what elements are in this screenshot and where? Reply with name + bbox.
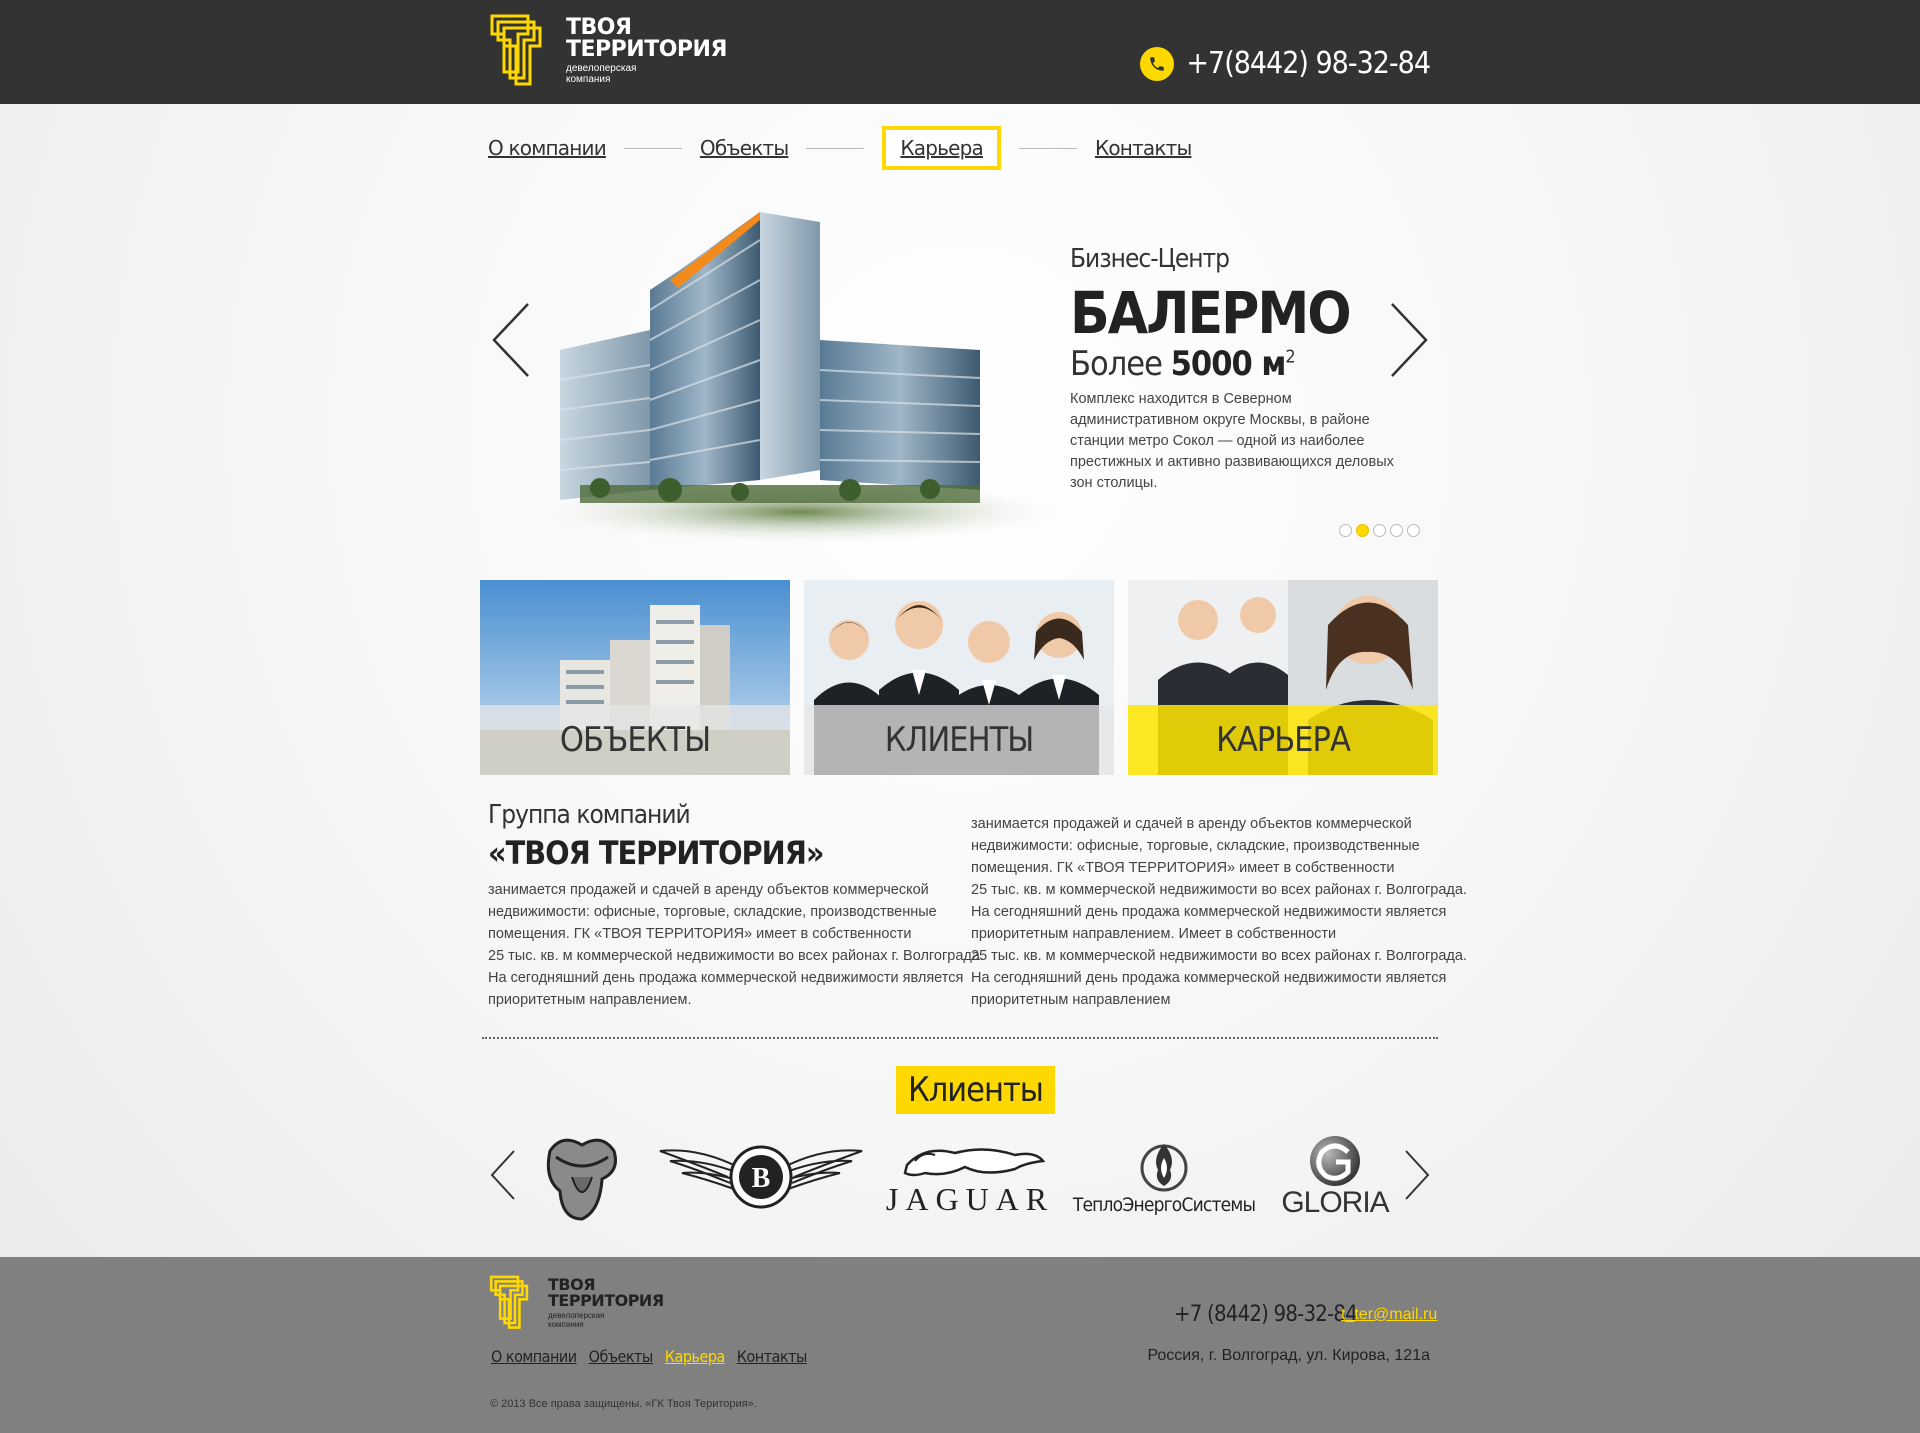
business-center-image: [520, 200, 1080, 545]
jaguar-logo[interactable]: JAGUAR: [886, 1129, 1050, 1225]
tile-clients[interactable]: КЛИЕНТЫ: [804, 580, 1114, 775]
footer-logo-tagline: девелоперская компания: [548, 1311, 605, 1329]
footer-nav-about[interactable]: О компании: [491, 1347, 577, 1366]
about-line: приоритетным направлением. Имеет в собст…: [971, 926, 1337, 942]
clients-next-arrow-icon[interactable]: [1402, 1147, 1432, 1203]
header-phone-number: +7(8442) 98-32-84: [1186, 46, 1431, 81]
about-line: помещения. ГК «ТВОЯ ТЕРРИТОРИЯ» имеет в …: [488, 926, 912, 942]
about-text-col1: занимается продажей и сдачей в аренду об…: [488, 879, 984, 1011]
section-tiles: ОБЪЕКТЫ КЛИЕНТЫ КАРЬЕРА: [480, 580, 1440, 775]
about-line: приоритетным направлением: [971, 992, 1171, 1008]
about-line: занимается продажей и сдачей в аренду об…: [488, 882, 929, 898]
logo-tagline: девелоперская компания: [566, 63, 637, 85]
jaguar-logo-text: JAGUAR: [885, 1180, 1055, 1217]
about-line: 25 тыс. кв. м коммерческой недвижимости …: [488, 948, 984, 964]
slide-description: Комплекс находится в Северном администра…: [1070, 391, 1394, 492]
nav-item-contacts[interactable]: Контакты: [1095, 136, 1192, 160]
about-line: 25 тыс. кв. м коммерческой недвижимости …: [971, 948, 1467, 964]
site-logo[interactable]: ТВОЯ ТЕРРИТОРИЯ девелоперская компания: [488, 12, 727, 90]
about-line: На сегодняшний день продажа коммерческой…: [488, 970, 964, 986]
clients-heading-label: Клиенты: [908, 1070, 1044, 1110]
logo-name-line1: ТВОЯ: [566, 15, 632, 40]
gloria-logo-text: GLORIA: [1281, 1186, 1389, 1219]
header-phone[interactable]: +7(8442) 98-32-84: [1140, 46, 1431, 81]
footer-email-link[interactable]: t_ter@mail.ru: [1341, 1306, 1437, 1324]
about-line: 25 тыс. кв. м коммерческой недвижимости …: [971, 882, 1467, 898]
nav-item-objects[interactable]: Объекты: [700, 136, 789, 160]
slide-area-value: 5000 м: [1170, 343, 1287, 384]
footer-phone[interactable]: +7 (8442) 98-32-84: [1174, 1302, 1358, 1327]
tile-clients-label: КЛИЕНТЫ: [884, 720, 1035, 760]
about-line: приоритетным направлением.: [488, 992, 692, 1008]
tile-objects-label: ОБЪЕКТЫ: [559, 720, 711, 760]
clients-prev-arrow-icon[interactable]: [488, 1147, 518, 1203]
slide-title: БАЛЕРМО: [1070, 279, 1352, 347]
logo-mark-icon: [488, 12, 560, 90]
about-text-col2: занимается продажей и сдачей в аренду об…: [971, 813, 1467, 1011]
about-line: помещения. ГК «ТВОЯ ТЕРРИТОРИЯ» имеет в …: [971, 860, 1395, 876]
site-header: [0, 0, 1920, 104]
slider-next-arrow-icon[interactable]: [1386, 300, 1432, 380]
tile-career[interactable]: КАРЬЕРА: [1128, 580, 1438, 775]
bentley-logo[interactable]: B: [658, 1137, 864, 1213]
nav-separator: [1018, 147, 1077, 149]
clients-carousel: B JAGUAR ТеплоЭнергоСистемы GLORIA: [480, 1125, 1440, 1230]
phone-icon: [1140, 46, 1175, 81]
about-heading-big: «ТВОЯ ТЕРРИТОРИЯ»: [488, 834, 824, 872]
site-footer: [0, 1257, 1920, 1433]
footer-copyright: © 2013 Все права защищены. «ГК Твоя Тери…: [490, 1398, 757, 1410]
teploenergosistemy-logo-text: ТеплоЭнергоСистемы: [1072, 1194, 1256, 1216]
slider-dot[interactable]: [1339, 524, 1352, 537]
footer-nav-contacts[interactable]: Контакты: [737, 1347, 808, 1366]
slide-area-prefix: Более: [1070, 343, 1163, 384]
slide-subtitle: Бизнес-Центр: [1070, 244, 1230, 274]
footer-logo-mark-icon: [488, 1274, 542, 1332]
nav-item-career[interactable]: Карьера: [882, 126, 1001, 170]
about-heading-small: Группа компаний: [488, 800, 691, 830]
tile-career-band: КАРЬЕРА: [1128, 705, 1438, 775]
hero-slider: Бизнес-Центр БАЛЕРМО Более 5000 м2 Компл…: [480, 200, 1440, 545]
slider-dots: [1339, 524, 1420, 537]
slider-dot[interactable]: [1390, 524, 1403, 537]
gloria-logo[interactable]: GLORIA: [1280, 1129, 1390, 1225]
slide-area-sup: 2: [1285, 346, 1295, 368]
slider-dot[interactable]: [1407, 524, 1420, 537]
tile-career-label: КАРЬЕРА: [1216, 720, 1351, 760]
about-line: недвижимости: офисные, торговые, складск…: [971, 838, 1420, 854]
teploenergosistemy-logo[interactable]: ТеплоЭнергоСистемы: [1072, 1131, 1256, 1225]
nav-separator: [806, 147, 865, 149]
tile-objects-band: ОБЪЕКТЫ: [480, 705, 790, 775]
footer-nav-career[interactable]: Карьера: [665, 1347, 725, 1366]
section-divider: [482, 1037, 1438, 1039]
footer-nav-objects[interactable]: Объекты: [589, 1347, 654, 1366]
footer-address: Россия, г. Волгоград, ул. Кирова, 121а: [1147, 1347, 1430, 1364]
about-line: недвижимости: офисные, торговые, складск…: [488, 904, 937, 920]
about-line: На сегодняшний день продажа коммерческой…: [971, 970, 1447, 986]
logo-name-line2: ТЕРРИТОРИЯ: [566, 37, 727, 62]
footer-logo-name-line2: ТЕРРИТОРИЯ: [548, 1291, 664, 1311]
slider-dot[interactable]: [1373, 524, 1386, 537]
nav-separator: [623, 147, 682, 149]
footer-nav: О компании Объекты Карьера Контакты: [491, 1347, 807, 1366]
about-line: На сегодняшний день продажа коммерческой…: [971, 904, 1447, 920]
rolling-stones-tongue-logo[interactable]: [542, 1129, 622, 1225]
clients-heading: Клиенты: [896, 1066, 1055, 1114]
tile-objects[interactable]: ОБЪЕКТЫ: [480, 580, 790, 775]
tile-clients-band: КЛИЕНТЫ: [804, 705, 1114, 775]
nav-item-about[interactable]: О компании: [488, 136, 607, 160]
slider-dot-active[interactable]: [1356, 524, 1369, 537]
footer-logo[interactable]: ТВОЯ ТЕРРИТОРИЯ девелоперская компания: [488, 1274, 664, 1332]
slide-area: Более 5000 м2: [1070, 343, 1400, 384]
svg-text:B: B: [752, 1163, 771, 1194]
main-nav: О компании Объекты Карьера Контакты: [488, 124, 1192, 172]
about-line: занимается продажей и сдачей в аренду об…: [971, 816, 1412, 832]
